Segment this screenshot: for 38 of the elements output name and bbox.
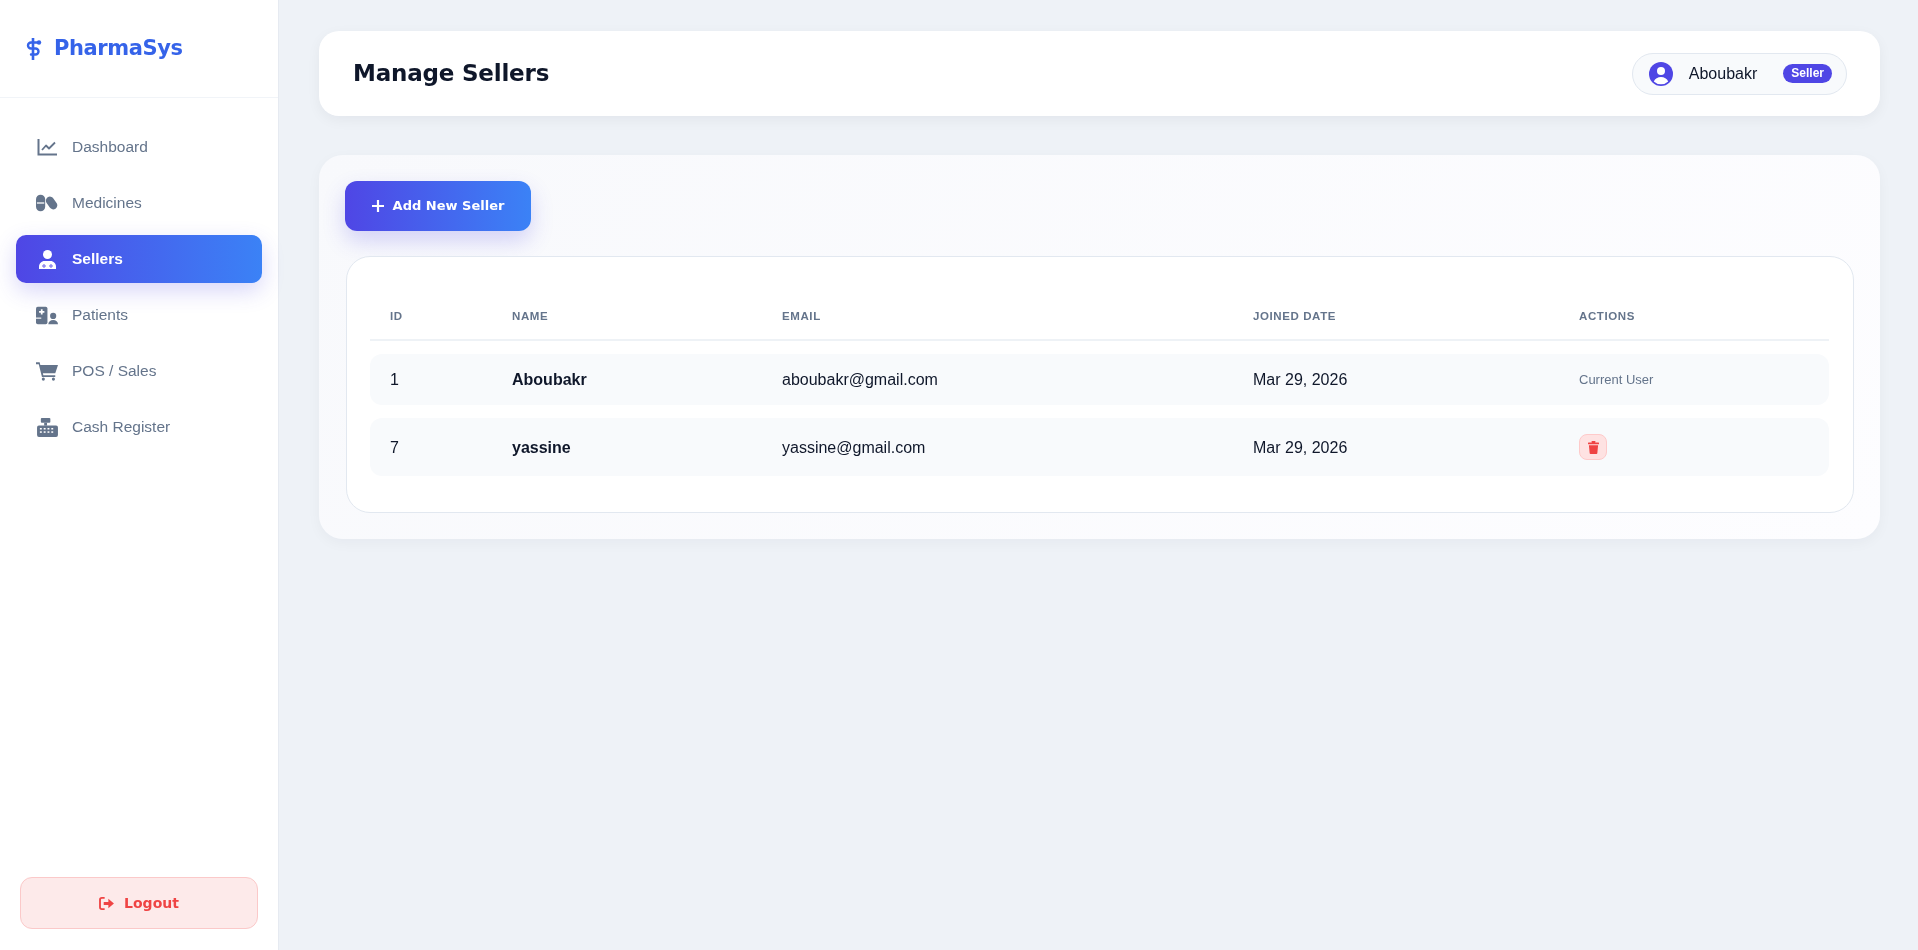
column-header: JOINED DATE <box>1233 280 1559 341</box>
nav-link[interactable]: Patients <box>16 291 262 339</box>
logout-button[interactable]: Logout <box>20 877 258 929</box>
chart-line-icon <box>37 138 57 156</box>
page-title: Manage Sellers <box>353 59 550 88</box>
user-avatar-icon <box>1648 61 1673 86</box>
table-cell: yassine@gmail.com <box>762 418 1233 476</box>
staff-snake-icon <box>24 37 42 60</box>
add-seller-button[interactable]: Add New Seller <box>345 181 531 231</box>
pills-icon <box>36 194 58 212</box>
column-header: ACTIONS <box>1559 280 1829 341</box>
nav-link[interactable]: Cash Register <box>16 403 262 451</box>
column-header: NAME <box>492 280 762 341</box>
nav-link[interactable]: POS / Sales <box>16 347 262 395</box>
column-header: EMAIL <box>762 280 1233 341</box>
user-name: Aboubakr <box>1688 63 1758 84</box>
role-badge: Seller <box>1783 64 1832 83</box>
medical-person-icon <box>36 305 58 325</box>
sign-out-icon <box>99 896 115 910</box>
plus-icon <box>371 200 384 212</box>
table-cell: 1 <box>370 354 492 405</box>
table-cell: Current User <box>1559 354 1829 405</box>
trash-icon <box>1587 440 1599 454</box>
nav-link[interactable]: Sellers <box>16 235 262 283</box>
table-cell: Aboubakr <box>492 354 762 405</box>
table-cell: aboubakr@gmail.com <box>762 354 1233 405</box>
brand-name: PharmaSys <box>54 34 183 62</box>
cash-register-icon <box>36 417 58 437</box>
nav-link[interactable]: Medicines <box>16 179 262 227</box>
table-cell: Mar 29, 2026 <box>1233 418 1559 476</box>
cart-icon <box>36 361 58 381</box>
nav-link[interactable]: Dashboard <box>16 123 262 171</box>
delete-button[interactable] <box>1579 434 1607 460</box>
table-cell: Mar 29, 2026 <box>1233 354 1559 405</box>
column-header: ID <box>370 280 492 341</box>
table-cell: yassine <box>492 418 762 476</box>
person-icon <box>38 249 56 269</box>
table-cell: 7 <box>370 418 492 476</box>
